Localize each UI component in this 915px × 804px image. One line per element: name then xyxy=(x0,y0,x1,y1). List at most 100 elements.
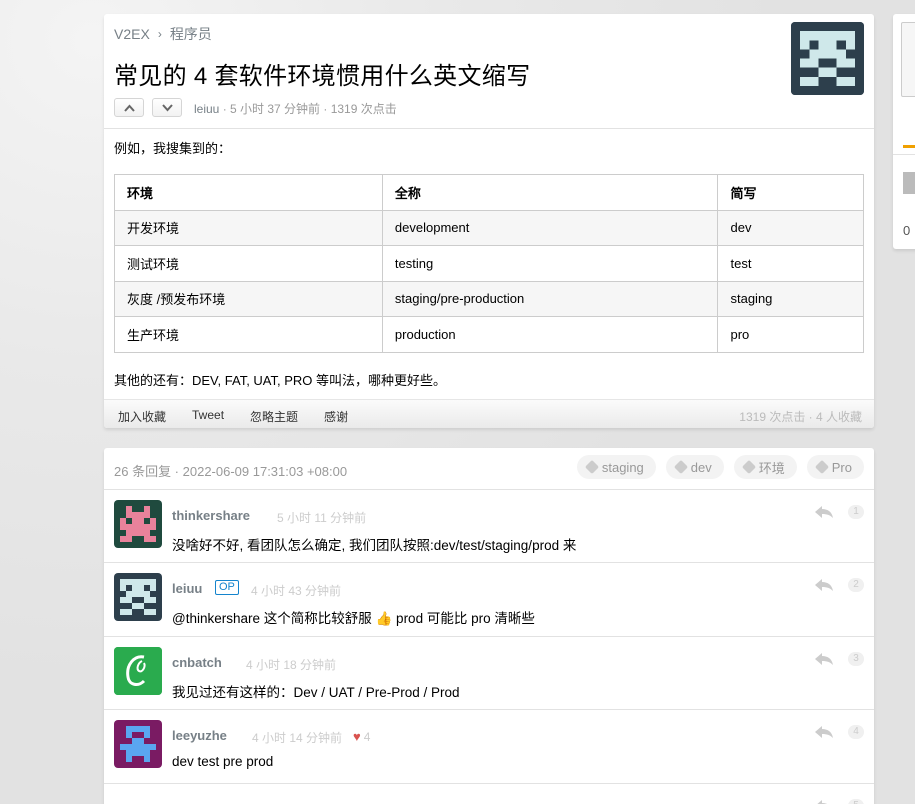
likes-number: 4 xyxy=(363,729,371,744)
tag-icon xyxy=(673,459,688,475)
table-cell: 开发环境 xyxy=(114,209,383,246)
favorite-link[interactable]: 加入收藏 xyxy=(118,408,166,425)
op-badge: OP xyxy=(215,580,239,595)
tag-label: dev xyxy=(690,459,712,475)
author-avatar[interactable] xyxy=(791,22,864,95)
avatar[interactable] xyxy=(114,647,162,695)
sidebar-accent-bar xyxy=(903,145,915,148)
avatar[interactable] xyxy=(114,794,162,804)
reply-icon[interactable] xyxy=(814,578,834,592)
topic-stats: 1319 次点击 · 4 人收藏 xyxy=(739,410,862,424)
sidebar-box: 0 xyxy=(893,14,915,249)
reply-item: thinkershare 5 小时 11 分钟前 没啥好不好, 看团队怎么确定,… xyxy=(104,489,874,563)
reply-author-link[interactable]: leiuu xyxy=(172,581,202,596)
tag-link[interactable]: 环境 xyxy=(733,455,797,479)
tag-label: staging xyxy=(601,459,644,475)
avatar[interactable] xyxy=(114,573,162,621)
tag-icon xyxy=(741,459,756,475)
reply-time: 4 小时 14 分钟前 xyxy=(252,731,343,745)
thanks-count: ♥ 4 xyxy=(353,729,370,744)
table-cell: testing xyxy=(381,245,719,282)
topic-box: V2EX › 程序员 常见的 4 套软件环境惯用什么英文缩写 leiuu · 5… xyxy=(104,14,874,428)
table-cell: development xyxy=(381,209,719,246)
table-cell: 测试环境 xyxy=(114,245,383,282)
tag-list: staging dev 环境 Pro xyxy=(576,455,864,479)
tag-link[interactable]: Pro xyxy=(806,455,864,479)
reply-author-link[interactable]: leeyuzhe xyxy=(172,728,227,743)
topic-footer: 加入收藏 Tweet 忽略主题 感谢 1319 次点击 · 4 人收藏 xyxy=(104,399,874,428)
table-row: 灰度 /预发布环境 staging/pre-production staging xyxy=(114,280,864,317)
breadcrumb: V2EX › 程序员 xyxy=(114,24,212,44)
breadcrumb-separator: › xyxy=(157,27,162,41)
floor-number: 4 xyxy=(848,725,864,739)
topic-intro: 例如，我搜集到的： xyxy=(114,141,232,156)
chevron-down-icon xyxy=(161,103,173,111)
environment-table: 环境 全称 简写 开发环境 development dev 测试环境 testi… xyxy=(114,174,864,353)
table-cell: staging/pre-production xyxy=(381,280,719,317)
table-header-row: 环境 全称 简写 xyxy=(114,174,864,211)
table-cell: production xyxy=(381,316,719,353)
table-cell: staging xyxy=(717,280,864,317)
table-header: 简写 xyxy=(717,174,864,211)
sidebar-image[interactable] xyxy=(901,22,915,97)
reply-content: dev test pre prod xyxy=(172,754,274,769)
tag-label: Pro xyxy=(831,459,852,475)
topic-outro: 其他的还有：DEV, FAT, UAT, PRO 等叫法，哪种更好些。 xyxy=(114,373,447,388)
reply-icon[interactable] xyxy=(814,652,834,666)
topic-author-link[interactable]: leiuu xyxy=(194,102,219,116)
notebook-icon[interactable] xyxy=(903,172,915,194)
downvote-button[interactable] xyxy=(152,98,182,117)
tweet-link[interactable]: Tweet xyxy=(192,408,224,425)
avatar[interactable] xyxy=(114,500,162,548)
upvote-button[interactable] xyxy=(114,98,144,117)
thank-link[interactable]: 感谢 xyxy=(324,408,348,425)
reply-content: @thinkershare 这个简称比较舒服 👍 prod 可能比 pro 清晰… xyxy=(172,611,535,626)
replies-box: 26 条回复 · 2022-06-09 17:31:03 +08:00 stag… xyxy=(104,448,874,804)
table-cell: test xyxy=(717,245,864,282)
sidebar-divider xyxy=(893,154,915,155)
table-cell: pro xyxy=(717,316,864,353)
reply-icon[interactable] xyxy=(814,725,834,739)
reply-item: cnbatch 4 小时 18 分钟前 我见过还有这样的：Dev / UAT /… xyxy=(104,636,874,710)
reply-item: leiuu OP 4 小时 43 分钟前 @thinkershare 这个简称比… xyxy=(104,562,874,636)
topic-content: 例如，我搜集到的： xyxy=(114,141,864,157)
tag-icon xyxy=(814,459,829,475)
reply-time: 4 小时 43 分钟前 xyxy=(251,584,342,598)
floor-number: 3 xyxy=(848,652,864,666)
ignore-topic-link[interactable]: 忽略主题 xyxy=(250,408,298,425)
table-cell: dev xyxy=(717,209,864,246)
reply-item: 5 xyxy=(104,783,874,804)
tag-link[interactable]: staging xyxy=(576,455,656,479)
breadcrumb-node-link[interactable]: 程序员 xyxy=(170,24,212,44)
table-cell: 生产环境 xyxy=(114,316,383,353)
table-header: 环境 xyxy=(114,174,383,211)
table-cell: 灰度 /预发布环境 xyxy=(114,280,383,317)
topic-divider xyxy=(104,128,874,129)
topic-actions: 加入收藏 Tweet 忽略主题 感谢 xyxy=(118,408,348,425)
reply-author-link[interactable]: thinkershare xyxy=(172,508,250,523)
sidebar-count: 0 xyxy=(903,223,911,238)
floor-number: 2 xyxy=(848,578,864,592)
tag-link[interactable]: dev xyxy=(665,455,724,479)
tag-label: 环境 xyxy=(758,460,785,476)
breadcrumb-site-link[interactable]: V2EX xyxy=(114,26,150,42)
reply-icon[interactable] xyxy=(814,505,834,519)
table-row: 测试环境 testing test xyxy=(114,245,864,282)
reply-icon[interactable] xyxy=(814,799,834,804)
reply-item: leeyuzhe 4 小时 14 分钟前 ♥ 4 dev test pre pro… xyxy=(104,709,874,783)
replies-header: 26 条回复 · 2022-06-09 17:31:03 +08:00 xyxy=(114,464,348,479)
reply-time: 4 小时 18 分钟前 xyxy=(246,658,337,672)
topic-meta-info: · 5 小时 37 分钟前 · 1319 次点击 xyxy=(219,102,397,116)
reply-content: 我见过还有这样的：Dev / UAT / Pre-Prod / Prod xyxy=(172,685,460,700)
table-row: 开发环境 development dev xyxy=(114,209,864,246)
vote-buttons xyxy=(114,98,182,117)
floor-number: 5 xyxy=(848,799,864,804)
reply-author-link[interactable]: cnbatch xyxy=(172,655,222,670)
floor-number: 1 xyxy=(848,505,864,519)
heart-icon: ♥ xyxy=(353,729,361,744)
table-row: 生产环境 production pro xyxy=(114,316,864,353)
avatar[interactable] xyxy=(114,720,162,768)
reply-time: 5 小时 11 分钟前 xyxy=(277,511,367,525)
chevron-up-icon xyxy=(123,104,135,112)
reply-content: 没啥好不好, 看团队怎么确定, 我们团队按照:dev/test/staging/… xyxy=(172,538,577,553)
